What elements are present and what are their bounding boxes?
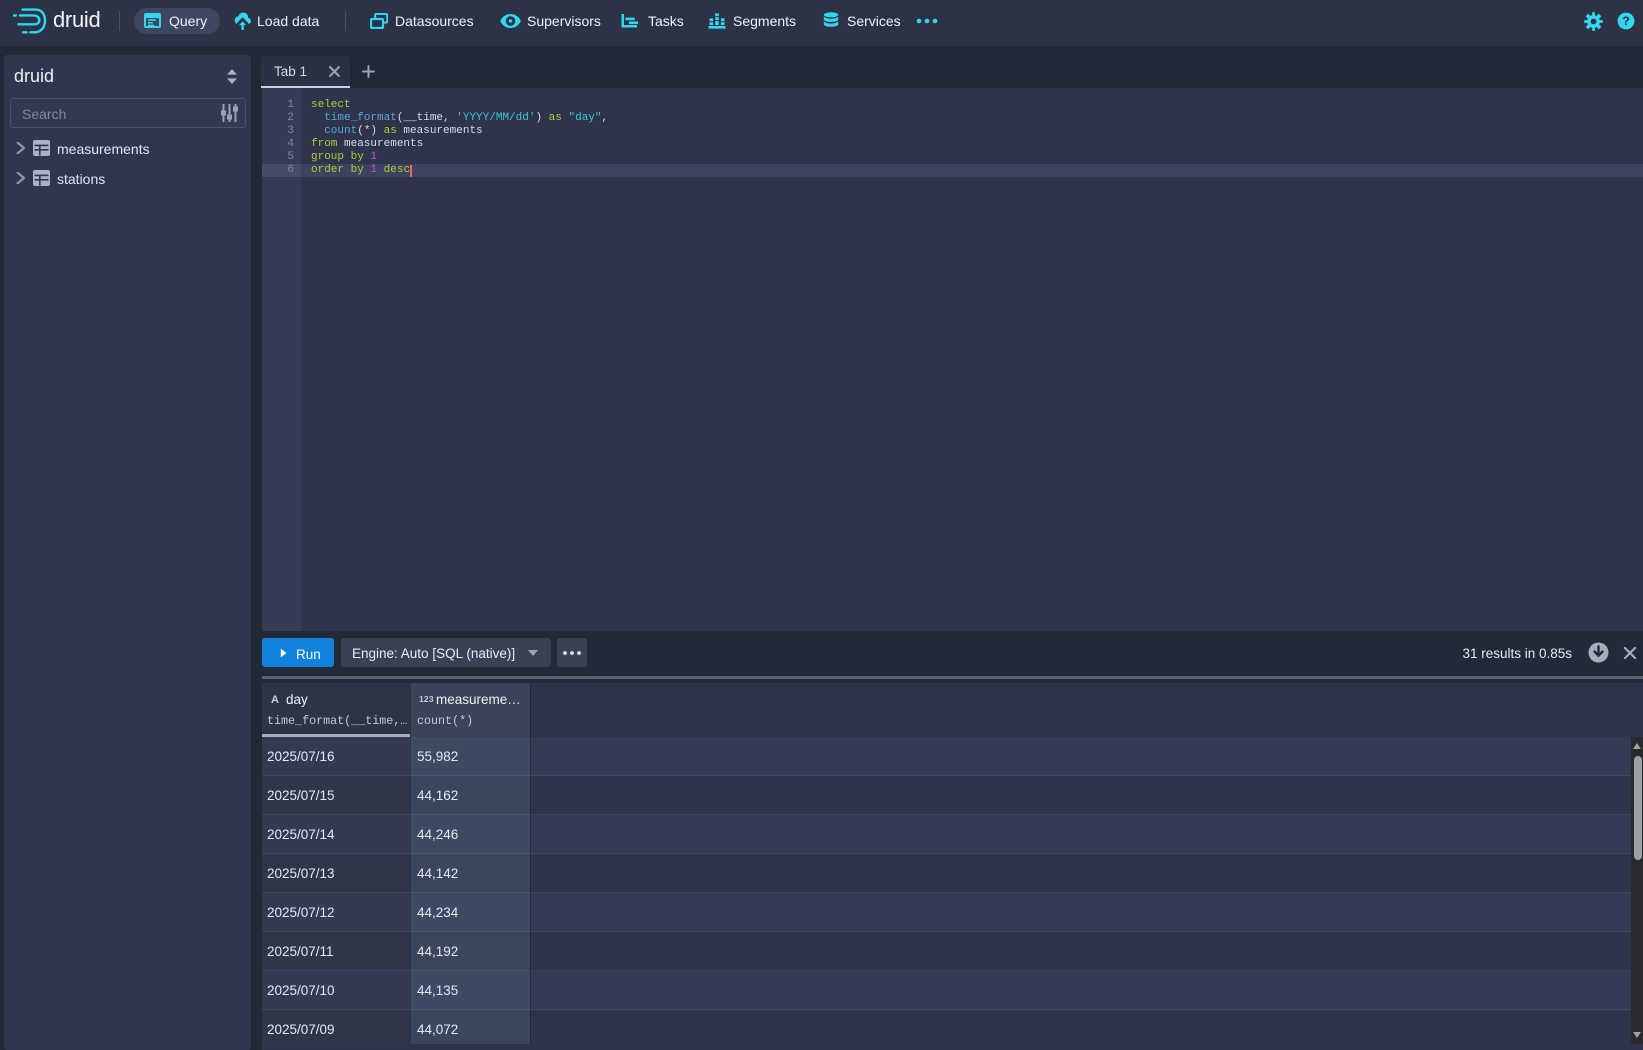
svg-text:?: ? [1622, 14, 1629, 28]
